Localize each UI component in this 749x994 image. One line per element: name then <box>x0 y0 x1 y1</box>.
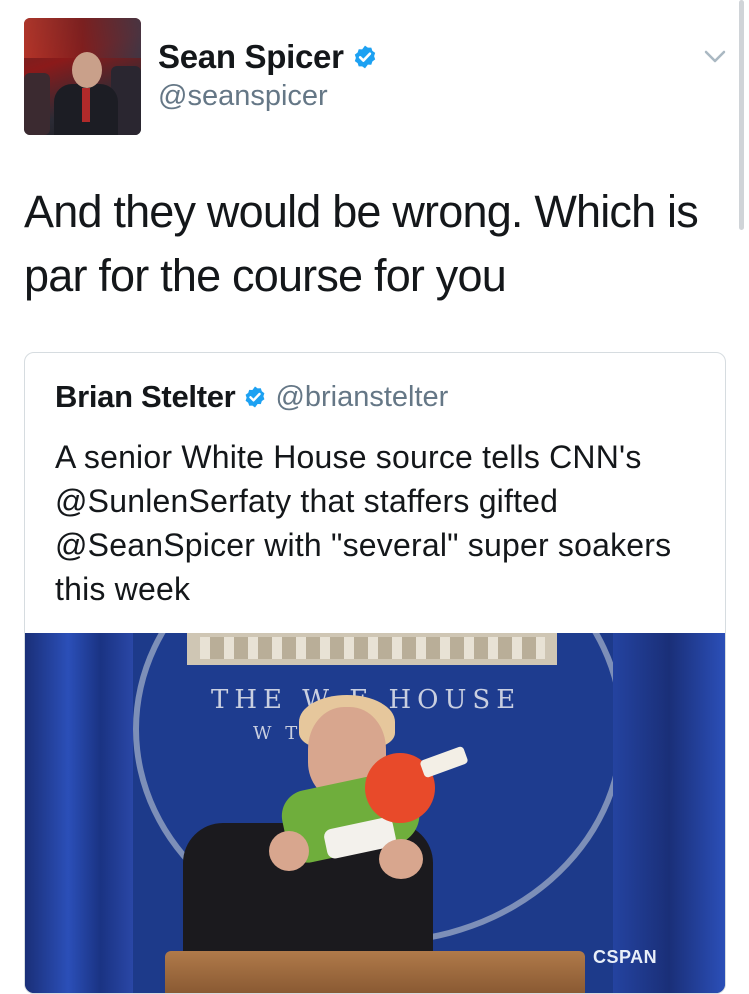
quoted-author-name: Brian Stelter <box>55 379 236 414</box>
avatar-person-tie <box>82 88 90 122</box>
author-avatar[interactable] <box>24 18 141 135</box>
seal-columns <box>200 637 545 659</box>
quoted-tweet-header: Brian Stelter @brianstelter <box>55 379 448 415</box>
author-name-row[interactable]: Sean Spicer <box>158 38 378 76</box>
verified-badge-icon <box>354 45 375 69</box>
quoted-tweet-media[interactable]: THE W E HOUSE W TON CSPAN <box>25 633 725 993</box>
chevron-down-icon[interactable] <box>704 50 726 64</box>
author-name[interactable]: Sean Spicer <box>158 38 344 76</box>
curtain-left <box>25 633 133 993</box>
hand-right <box>379 839 423 879</box>
hand-left <box>269 831 309 871</box>
avatar-person-head <box>72 52 102 88</box>
verified-badge-icon <box>246 386 265 408</box>
podium <box>165 951 585 993</box>
avatar-figure-left <box>24 73 50 135</box>
tweet-text: And they would be wrong. Which is par fo… <box>24 186 699 301</box>
quoted-tweet-text: A senior White House source tells CNN's … <box>55 439 672 607</box>
quoted-author-handle: @brianstelter <box>275 380 449 413</box>
author-handle[interactable]: @seanspicer <box>158 80 328 113</box>
cspan-watermark: CSPAN <box>593 947 658 967</box>
scrollbar[interactable] <box>739 0 744 230</box>
curtain-right <box>613 633 725 993</box>
quoted-tweet-card[interactable]: Brian Stelter @brianstelter A senior Whi… <box>24 352 726 994</box>
